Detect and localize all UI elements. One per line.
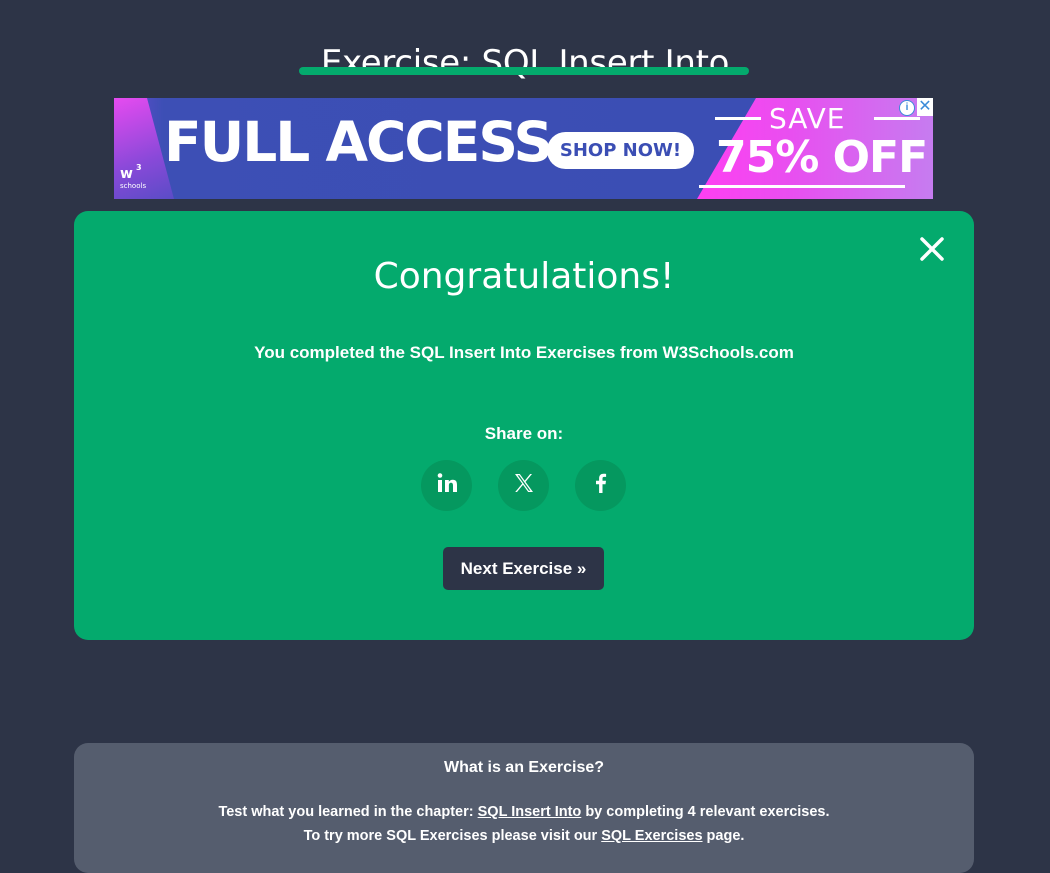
- info-text: page.: [702, 828, 745, 844]
- share-buttons: [421, 460, 627, 512]
- next-exercise-button[interactable]: Next Exercise »: [443, 547, 604, 590]
- ad-banner[interactable]: w 3 schools FULL ACCESS SHOP NOW! SAVE 7…: [114, 98, 933, 199]
- ad-divider: [715, 117, 761, 120]
- page-title: Exercise: SQL Insert Into: [320, 42, 730, 83]
- congrats-title: Congratulations!: [373, 256, 675, 297]
- info-line-chapter: Test what you learned in the chapter: SQ…: [74, 804, 974, 820]
- ad-divider: [874, 117, 920, 120]
- x-share-button[interactable]: [498, 460, 549, 511]
- info-line-more: To try more SQL Exercises please visit o…: [74, 828, 974, 844]
- sql-exercises-link[interactable]: SQL Exercises: [601, 828, 702, 844]
- congratulations-card: Congratulations! You completed the SQL I…: [74, 211, 974, 640]
- completion-message: You completed the SQL Insert Into Exerci…: [254, 343, 794, 362]
- share-label: Share on:: [484, 424, 564, 443]
- ad-discount: 75% OFF: [716, 132, 928, 183]
- info-text: by completing 4 relevant exercises.: [581, 804, 830, 820]
- ad-divider: [699, 185, 905, 188]
- linkedin-share-button[interactable]: [421, 460, 472, 511]
- logo-letter: w: [120, 166, 133, 182]
- info-title: What is an Exercise?: [443, 759, 605, 776]
- ad-shop-now-button[interactable]: SHOP NOW!: [547, 132, 694, 169]
- w3schools-logo: w 3 schools: [120, 163, 156, 194]
- logo-superscript: 3: [136, 163, 142, 172]
- facebook-icon: [589, 471, 613, 500]
- facebook-share-button[interactable]: [575, 460, 626, 511]
- ad-headline: FULL ACCESS: [164, 110, 553, 174]
- ad-save-label: SAVE: [769, 102, 846, 135]
- logo-subtext: schools: [120, 182, 147, 190]
- x-twitter-icon: [512, 471, 536, 500]
- info-text: Test what you learned in the chapter:: [218, 804, 478, 820]
- chapter-link[interactable]: SQL Insert Into: [478, 804, 582, 820]
- exercise-info-box: What is an Exercise? Test what you learn…: [74, 743, 974, 873]
- linkedin-icon: [435, 471, 459, 500]
- title-underline: [299, 67, 749, 75]
- info-text: To try more SQL Exercises please visit o…: [303, 828, 602, 844]
- info-icon[interactable]: i: [899, 100, 915, 116]
- close-icon[interactable]: ✕: [917, 98, 933, 116]
